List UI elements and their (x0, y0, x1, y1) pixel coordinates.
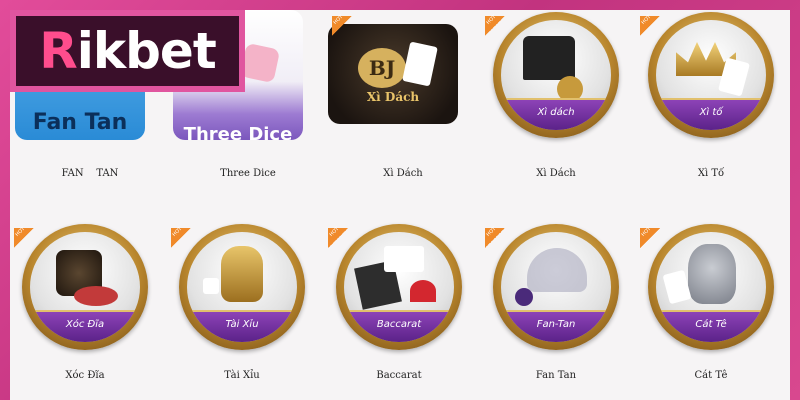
game-name: Tài Xỉu (224, 370, 260, 381)
top-hat-icon (523, 36, 575, 80)
game-name: Baccarat (376, 370, 422, 381)
playing-cards-icon (384, 246, 424, 272)
fan-tan-scene: Fan-Tan (501, 232, 611, 342)
glass-dome-icon (527, 248, 587, 292)
hot-badge: HOT (485, 14, 505, 36)
game-banner: Xì tố (656, 98, 766, 130)
hot-badge: HOT (328, 226, 348, 248)
game-banner: Xì dách (501, 98, 611, 130)
cat-te-thumbnail: Cát Tê (646, 222, 776, 352)
jar-icon (221, 246, 263, 302)
game-name: Xì Dách (536, 168, 576, 179)
game-name: FAN TAN (61, 168, 119, 179)
game-name: Cát Tê (694, 370, 728, 381)
game-name: Xì Tố (697, 168, 725, 179)
game-tile-xi-dach-bj[interactable]: HOT BJ Xì Dách Xì Dách (328, 10, 478, 179)
heart-icon (410, 280, 436, 302)
baccarat-scene: Baccarat (344, 232, 454, 342)
game-name: Xóc Đĩa (65, 370, 105, 381)
game-tile-cat-te[interactable]: HOT Cát Tê Cát Tê (636, 222, 786, 381)
xoc-dia-thumbnail: Xóc Đĩa (20, 222, 150, 352)
logo-wordmark: Rikbet (39, 22, 217, 80)
xi-dach-bj-art-label: Xì Dách (366, 90, 420, 104)
bj-emblem: BJ (358, 48, 406, 88)
game-name: Xì Dách (383, 168, 423, 179)
game-banner: Fan-Tan (501, 310, 611, 342)
game-banner: Tài Xỉu (187, 310, 297, 342)
xi-dach-scene: Xì dách (501, 20, 611, 130)
xi-dach-thumbnail: Xì dách (491, 10, 621, 140)
xoc-dia-scene: Xóc Đĩa (30, 232, 140, 342)
dice-icon (239, 42, 281, 84)
dice-icon (203, 278, 219, 294)
baccarat-thumbnail: Baccarat (334, 222, 464, 352)
game-name: Fan Tan (535, 370, 577, 381)
game-tile-xoc-dia[interactable]: HOT Xóc Đĩa Xóc Đĩa (10, 222, 160, 381)
tai-xiu-thumbnail: Tài Xỉu (177, 222, 307, 352)
xi-to-scene: Xì tố (656, 20, 766, 130)
playing-cards-icon (402, 41, 438, 87)
game-banner: Cát Tê (656, 310, 766, 342)
xi-dach-bj-thumbnail: BJ Xì Dách (328, 24, 458, 124)
chip-icon (515, 288, 533, 306)
game-banner: Baccarat (344, 310, 454, 342)
fan-tan-art-label: Fan Tan (32, 110, 128, 135)
tai-xiu-scene: Tài Xỉu (187, 232, 297, 342)
hot-badge: HOT (171, 226, 191, 248)
hot-badge: HOT (332, 14, 352, 36)
hot-badge: HOT (485, 226, 505, 248)
hot-badge: HOT (14, 226, 34, 248)
hot-badge: HOT (640, 226, 660, 248)
game-tile-tai-xiu[interactable]: HOT Tài Xỉu Tài Xỉu (167, 222, 317, 381)
hot-badge: HOT (640, 14, 660, 36)
game-name: Three Dice (220, 168, 276, 179)
game-banner: Xóc Đĩa (30, 310, 140, 342)
game-tile-xi-to[interactable]: HOT Xì tố Xì Tố (636, 10, 786, 179)
brand-logo[interactable]: Rikbet (10, 10, 245, 92)
fan-tan-round-thumbnail: Fan-Tan (491, 222, 621, 352)
game-tile-fan-tan-2[interactable]: HOT Fan-Tan Fan Tan (481, 222, 631, 381)
xi-to-thumbnail: Xì tố (646, 10, 776, 140)
three-dice-art-label: Three Dice (183, 124, 293, 140)
game-tile-xi-dach[interactable]: HOT Xì dách Xì Dách (481, 10, 631, 179)
plate-icon (74, 286, 118, 306)
cat-icon (688, 244, 736, 304)
cat-te-scene: Cát Tê (656, 232, 766, 342)
game-tile-baccarat[interactable]: HOT Baccarat Baccarat (324, 222, 474, 381)
